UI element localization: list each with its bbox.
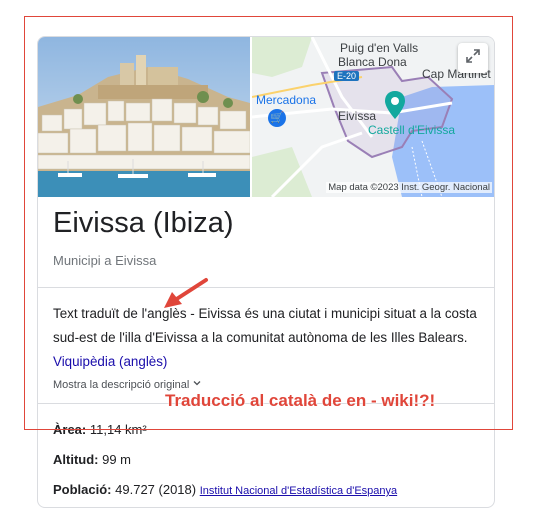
population-source-link[interactable]: Institut Nacional d'Estadística d'Espany… (200, 485, 397, 497)
annotation-frame (24, 16, 513, 430)
fact-row-altitude: Altitud: 99 m (53, 452, 131, 467)
arrow-icon (160, 276, 210, 315)
fact-row-population: Població: 49.727 (2018) Institut Naciona… (53, 482, 397, 497)
fact-label: Altitud: (53, 452, 99, 467)
annotation-text: Traducció al català de en - wiki!?! (165, 391, 436, 410)
fact-label[interactable]: Població: (53, 482, 112, 497)
fact-value: 99 m (102, 452, 132, 467)
fact-value: 49.727 (2018) (115, 482, 197, 497)
